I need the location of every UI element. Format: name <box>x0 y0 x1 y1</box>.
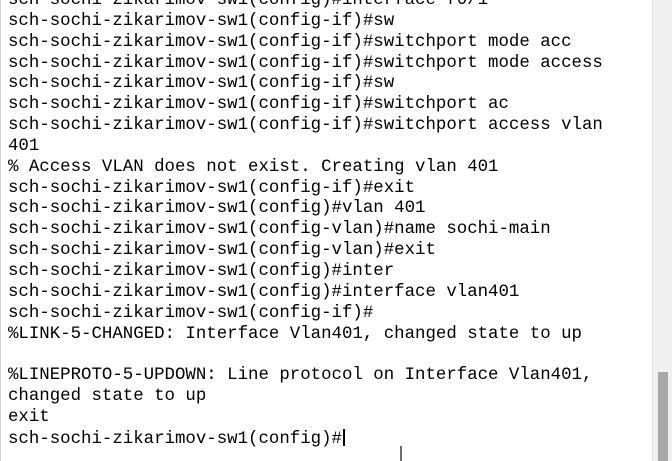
terminal-output[interactable]: sch-sochi-zikarimov-sw1(config)#interfac… <box>8 0 603 450</box>
terminal-line: sch-sochi-zikarimov-sw1(config-vlan)#exi… <box>8 241 436 261</box>
terminal-window[interactable]: sch-sochi-zikarimov-sw1(config)#interfac… <box>0 0 652 461</box>
terminal-line: sch-sochi-zikarimov-sw1(config-if)#exit <box>8 178 416 198</box>
terminal-line: sch-sochi-zikarimov-sw1(config)#inter <box>8 261 395 281</box>
terminal-line: %LINK-5-CHANGED: Interface Vlan401, chan… <box>8 324 582 344</box>
terminal-line: sch-sochi-zikarimov-sw1(config-if)#sw <box>8 11 395 31</box>
vertical-scrollbar[interactable] <box>652 0 672 461</box>
terminal-line: sch-sochi-zikarimov-sw1(config-if)# <box>8 303 374 323</box>
terminal-line: sch-sochi-zikarimov-sw1(config-if)#switc… <box>8 116 603 136</box>
terminal-line: sch-sochi-zikarimov-sw1(config-if)#switc… <box>8 95 509 115</box>
terminal-line: sch-sochi-zikarimov-sw1(config)#interfac… <box>8 0 489 10</box>
terminal-line: sch-sochi-zikarimov-sw1(config)#vlan 401 <box>8 199 426 219</box>
scrollbar-thumb[interactable] <box>658 372 668 461</box>
terminal-prompt-line[interactable]: sch-sochi-zikarimov-sw1(config)# <box>8 428 603 450</box>
text-cursor <box>342 428 345 446</box>
terminal-line: changed state to up <box>8 387 207 407</box>
terminal-prompt: sch-sochi-zikarimov-sw1(config)# <box>8 429 342 449</box>
terminal-line: sch-sochi-zikarimov-sw1(config-if)#switc… <box>8 32 572 52</box>
terminal-line: sch-sochi-zikarimov-sw1(config-if)#sw <box>8 74 395 94</box>
terminal-line: %LINEPROTO-5-UPDOWN: Line protocol on In… <box>8 366 593 386</box>
terminal-line: exit <box>8 407 50 427</box>
mouse-ibeam-icon <box>400 446 402 461</box>
terminal-line: sch-sochi-zikarimov-sw1(config-if)#switc… <box>8 53 603 73</box>
terminal-border <box>0 0 1 461</box>
terminal-line: sch-sochi-zikarimov-sw1(config)#interfac… <box>8 282 520 302</box>
terminal-line: 401 <box>8 136 40 156</box>
terminal-line: % Access VLAN does not exist. Creating v… <box>8 157 499 177</box>
terminal-line: sch-sochi-zikarimov-sw1(config-vlan)#nam… <box>8 220 551 240</box>
